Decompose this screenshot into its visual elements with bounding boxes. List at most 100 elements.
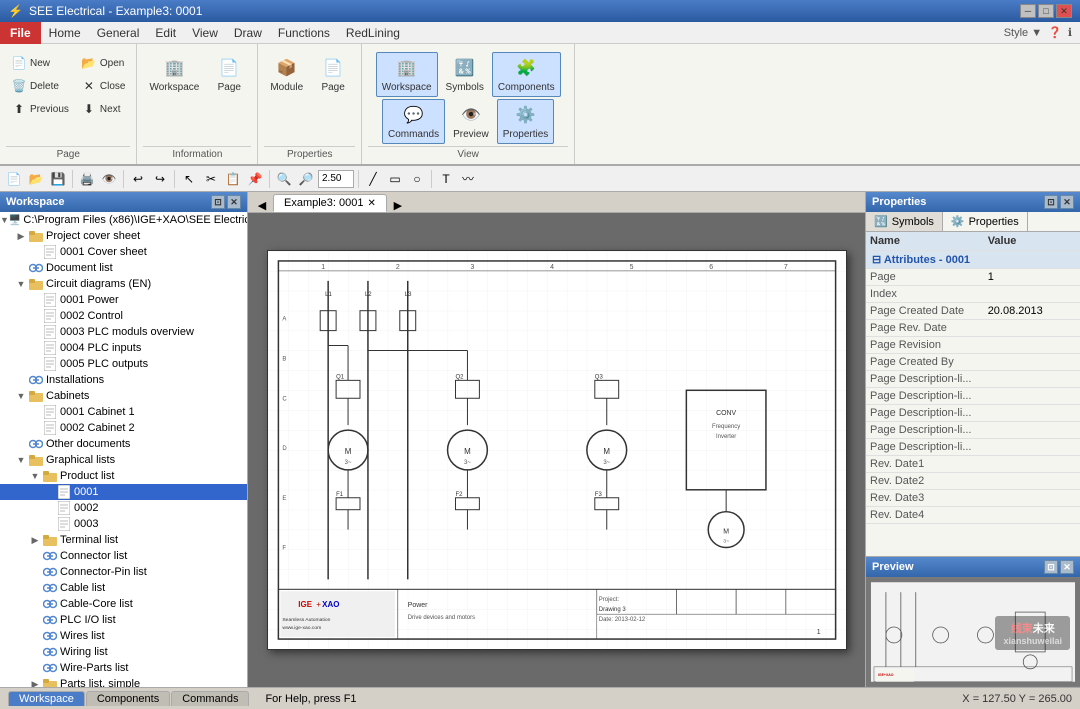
tb-zoom-out[interactable]: 🔎 (296, 169, 316, 189)
file-menu[interactable]: File (0, 22, 41, 44)
tree-item-wires[interactable]: Wires list (0, 628, 247, 644)
tree-expand-partslist[interactable]: ▶ (28, 677, 42, 687)
tb-new[interactable]: 📄 (4, 169, 24, 189)
tree-item-cablelist[interactable]: Cable list (0, 580, 247, 596)
tree-item-termlist[interactable]: ▶Terminal list (0, 532, 247, 548)
tb-redo[interactable]: ↪ (150, 169, 170, 189)
tree-item-0001[interactable]: 0001 Power (0, 292, 247, 308)
tree-item-cover[interactable]: 0001 Cover sheet (0, 244, 247, 260)
open-button[interactable]: 📂 Open (76, 52, 131, 74)
tree-item-wireparts[interactable]: Wire-Parts list (0, 660, 247, 676)
tree-item-install[interactable]: Installations (0, 372, 247, 388)
tb-save[interactable]: 💾 (48, 169, 68, 189)
props-value-11[interactable] (984, 439, 1080, 456)
style-dropdown[interactable]: Style ▼ (1004, 27, 1042, 39)
tree-expand-cabinets[interactable]: ▼ (14, 389, 28, 403)
tree-item-0005[interactable]: 0005 PLC outputs (0, 356, 247, 372)
tree-item-cablecore[interactable]: Cable-Core list (0, 596, 247, 612)
menu-functions[interactable]: Functions (270, 24, 338, 42)
tb-line[interactable]: ╱ (363, 169, 383, 189)
tb-select[interactable]: ↖ (179, 169, 199, 189)
tree-item-prodlist[interactable]: ▼Product list (0, 468, 247, 484)
next-button[interactable]: ⬇ Next (76, 98, 131, 120)
tree-item-prod0001[interactable]: 0001 (0, 484, 247, 500)
props-value-14[interactable] (984, 490, 1080, 507)
tree-expand-termlist[interactable]: ▶ (28, 533, 42, 547)
status-tab-components[interactable]: Components (86, 691, 170, 706)
props-value-10[interactable] (984, 422, 1080, 439)
props-value-15[interactable] (984, 507, 1080, 524)
tree-item-graphlists[interactable]: ▼Graphical lists (0, 452, 247, 468)
tb-paste[interactable]: 📌 (245, 169, 265, 189)
tree-expand-prodlist[interactable]: ▼ (28, 469, 42, 483)
tree-item-cab1[interactable]: 0001 Cabinet 1 (0, 404, 247, 420)
tree-item-cabinets[interactable]: ▼Cabinets (0, 388, 247, 404)
tb-text[interactable]: T (436, 169, 456, 189)
maximize-button[interactable]: □ (1038, 4, 1054, 18)
tree-item-0002[interactable]: 0002 Control (0, 308, 247, 324)
menu-home[interactable]: Home (41, 24, 89, 42)
close-button[interactable]: ✕ Close (76, 75, 131, 97)
help-icon[interactable]: ❓ (1048, 26, 1062, 39)
tree-item-wiring[interactable]: Wiring list (0, 644, 247, 660)
preview-close-button[interactable]: ✕ (1060, 560, 1074, 574)
status-tab-commands[interactable]: Commands (171, 691, 249, 706)
tree-item-connpin[interactable]: Connector-Pin list (0, 564, 247, 580)
tree-expand-circuits[interactable]: ▼ (14, 277, 28, 291)
props-value-7[interactable] (984, 371, 1080, 388)
props-float-button[interactable]: ⊡ (1044, 195, 1058, 209)
properties-view-button[interactable]: ⚙️ Properties (497, 99, 555, 144)
tree-item-root[interactable]: ▼🖥️C:\Program Files (x86)\IGE+XAO\SEE El… (0, 212, 247, 228)
tb-print[interactable]: 🖨️ (77, 169, 97, 189)
previous-button[interactable]: ⬆ Previous (6, 98, 74, 120)
close-button[interactable]: ✕ (1056, 4, 1072, 18)
tb-undo[interactable]: ↩ (128, 169, 148, 189)
tree-item-prod0003[interactable]: 0003 (0, 516, 247, 532)
new-button[interactable]: 📄 New (6, 52, 74, 74)
zoom-input[interactable] (318, 170, 354, 188)
props-value-8[interactable] (984, 388, 1080, 405)
page-props-button[interactable]: 📄 Page (311, 52, 355, 97)
tab-next-arrow[interactable]: ▶ (388, 199, 408, 212)
minimize-button[interactable]: ─ (1020, 4, 1036, 18)
tb-preview[interactable]: 👁️ (99, 169, 119, 189)
module-button[interactable]: 📦 Module (264, 52, 309, 97)
props-value-5[interactable] (984, 337, 1080, 354)
menu-general[interactable]: General (89, 24, 148, 42)
tree-item-doclist[interactable]: Document list (0, 260, 247, 276)
menu-edit[interactable]: Edit (147, 24, 184, 42)
preview-float-button[interactable]: ⊡ (1044, 560, 1058, 574)
props-value-12[interactable] (984, 456, 1080, 473)
tree-item-project[interactable]: ▶Project cover sheet (0, 228, 247, 244)
tree-item-prod0002[interactable]: 0002 (0, 500, 247, 516)
main-tab[interactable]: Example3: 0001 ✕ (273, 194, 387, 212)
tree-expand-root[interactable]: ▼ (0, 213, 9, 227)
props-value-13[interactable] (984, 473, 1080, 490)
tb-circle[interactable]: ○ (407, 169, 427, 189)
commands-button[interactable]: 💬 Commands (382, 99, 445, 144)
tb-copy[interactable]: 📋 (223, 169, 243, 189)
tree-item-connlist[interactable]: Connector list (0, 548, 247, 564)
properties-tab[interactable]: ⚙️ Properties (943, 212, 1028, 231)
components-button[interactable]: 🧩 Components (492, 52, 561, 97)
drawing-area[interactable]: IGE + XAO Seamless Automation www.ige-xa… (248, 213, 865, 687)
props-value-6[interactable] (984, 354, 1080, 371)
props-value-2[interactable] (984, 286, 1080, 303)
delete-button[interactable]: 🗑️ Delete (6, 75, 74, 97)
workspace-view-button[interactable]: 🏢 Workspace (376, 52, 438, 97)
tab-prev-arrow[interactable]: ◀ (252, 199, 272, 212)
tab-close[interactable]: ✕ (368, 198, 376, 209)
tree-item-cab2[interactable]: 0002 Cabinet 2 (0, 420, 247, 436)
props-close-button[interactable]: ✕ (1060, 195, 1074, 209)
tree-item-other[interactable]: Other documents (0, 436, 247, 452)
menu-draw[interactable]: Draw (226, 24, 270, 42)
tree-item-0004[interactable]: 0004 PLC inputs (0, 340, 247, 356)
tb-cut[interactable]: ✂ (201, 169, 221, 189)
preview-button[interactable]: 👁️ Preview (447, 99, 495, 144)
tree-item-partslist[interactable]: ▶Parts list, simple (0, 676, 247, 687)
status-tab-workspace[interactable]: Workspace (8, 691, 85, 706)
workspace-close-button[interactable]: ✕ (227, 195, 241, 209)
tree-expand-project[interactable]: ▶ (14, 229, 28, 243)
props-value-4[interactable] (984, 320, 1080, 337)
menu-view[interactable]: View (184, 24, 226, 42)
